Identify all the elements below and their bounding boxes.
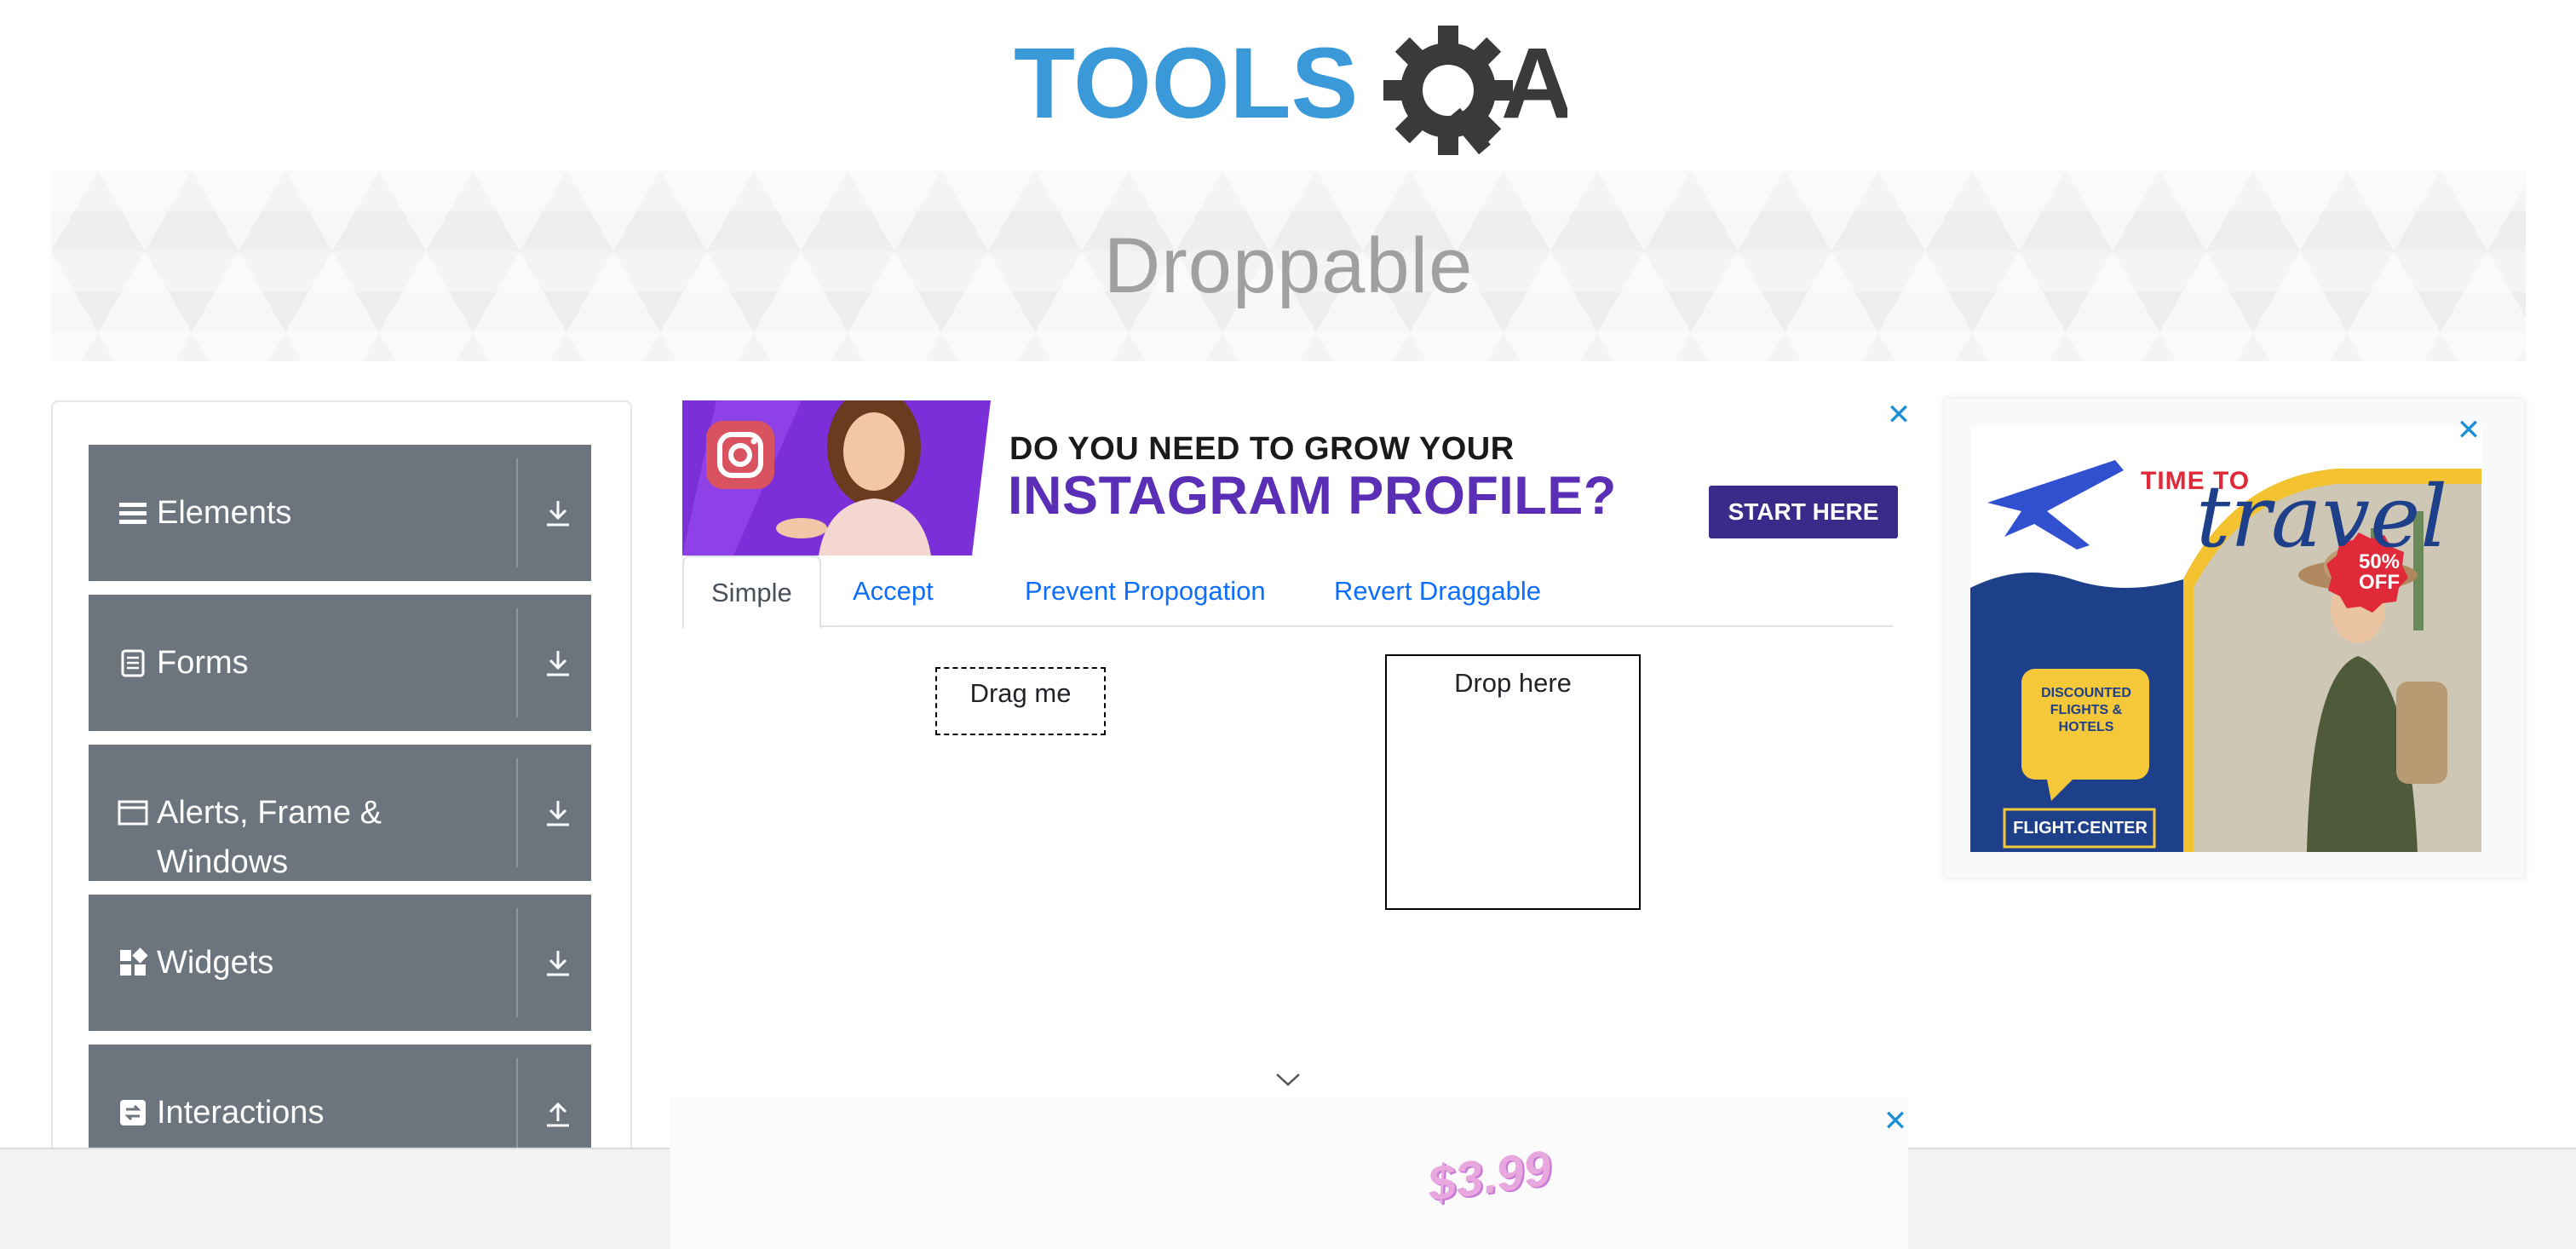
sidebar-group-label: Interactions <box>157 1095 325 1131</box>
gear-icon <box>1383 26 1513 155</box>
travel-ad[interactable]: TIME TO travel 50% OFF DISCOUNTED FLIGHT… <box>1945 399 2524 878</box>
draggable-box[interactable]: Drag me <box>935 667 1106 735</box>
ad-price-text: $3.99 <box>1424 1140 1555 1212</box>
tab-bar: Simple Accept Prevent Propogation Revert… <box>682 555 1894 629</box>
sidebar-group-elements[interactable]: Elements <box>89 445 591 581</box>
close-icon[interactable]: ✕ <box>1883 1107 1908 1136</box>
sidebar-group-alerts-frame-windows[interactable]: Alerts, Frame & Windows <box>89 745 591 881</box>
logo-tools-text: TOOLS <box>1014 27 1358 140</box>
divider <box>516 608 518 717</box>
interactions-icon <box>120 1100 146 1125</box>
instagram-icon <box>706 421 774 489</box>
logo-a-text: A <box>1501 27 1567 140</box>
ad-headline-2: INSTAGRAM PROFILE? <box>1008 466 1617 526</box>
window-icon <box>118 800 148 826</box>
ad-brand-text: FLIGHT.CENTER <box>2013 819 2148 837</box>
ad-headline-1: DO YOU NEED TO GROW YOUR <box>1009 431 1515 467</box>
download-icon[interactable] <box>543 797 573 828</box>
toolsqa-logo[interactable]: TOOLS A <box>1014 24 1573 160</box>
download-icon[interactable] <box>543 648 573 678</box>
sidebar-group-label: Alerts, Frame & Windows <box>157 795 382 880</box>
droppable-target[interactable]: Drop here <box>1385 654 1641 910</box>
download-icon[interactable] <box>543 947 573 978</box>
divider <box>516 908 518 1017</box>
tab-accept[interactable]: Accept <box>825 555 961 627</box>
ad-bubble-text: DISCOUNTED FLIGHTS & HOTELS <box>2041 686 2131 734</box>
sidebar-group-forms[interactable]: Forms <box>89 595 591 731</box>
tab-simple[interactable]: Simple <box>682 555 821 629</box>
sidebar-group-label: Elements <box>157 495 292 531</box>
close-icon[interactable]: ✕ <box>1886 400 1912 429</box>
page-banner: Droppable <box>51 170 2526 361</box>
sidebar: Elements Forms Alerts, Frame & Windows W… <box>51 400 632 1249</box>
close-icon[interactable]: ✕ <box>2456 416 2481 445</box>
download-icon[interactable] <box>543 498 573 528</box>
ad-travel-text: travel <box>2196 467 2448 567</box>
instagram-ad-banner[interactable]: DO YOU NEED TO GROW YOUR INSTAGRAM PROFI… <box>682 400 1911 555</box>
page-title: Droppable <box>1103 222 1474 309</box>
tab-revert-draggable[interactable]: Revert Draggable <box>1307 555 1568 627</box>
divider <box>516 758 518 867</box>
chevron-down-icon[interactable] <box>1275 1071 1301 1088</box>
sidebar-group-widgets[interactable]: Widgets <box>89 895 591 1031</box>
tab-prevent-propogation[interactable]: Prevent Propogation <box>998 555 1293 627</box>
ad-discount-text: 50% OFF <box>2358 550 2401 594</box>
list-icon <box>119 503 147 524</box>
upload-icon[interactable] <box>543 1097 573 1128</box>
bottom-ad[interactable]: $3.99 ✕ <box>670 1096 1908 1249</box>
widgets-icon <box>120 947 148 976</box>
sidebar-group-label: Forms <box>157 645 249 681</box>
sidebar-group-label: Widgets <box>157 945 274 981</box>
divider <box>516 458 518 567</box>
ad-start-here-button[interactable]: START HERE <box>1709 486 1898 538</box>
document-icon <box>121 649 145 677</box>
